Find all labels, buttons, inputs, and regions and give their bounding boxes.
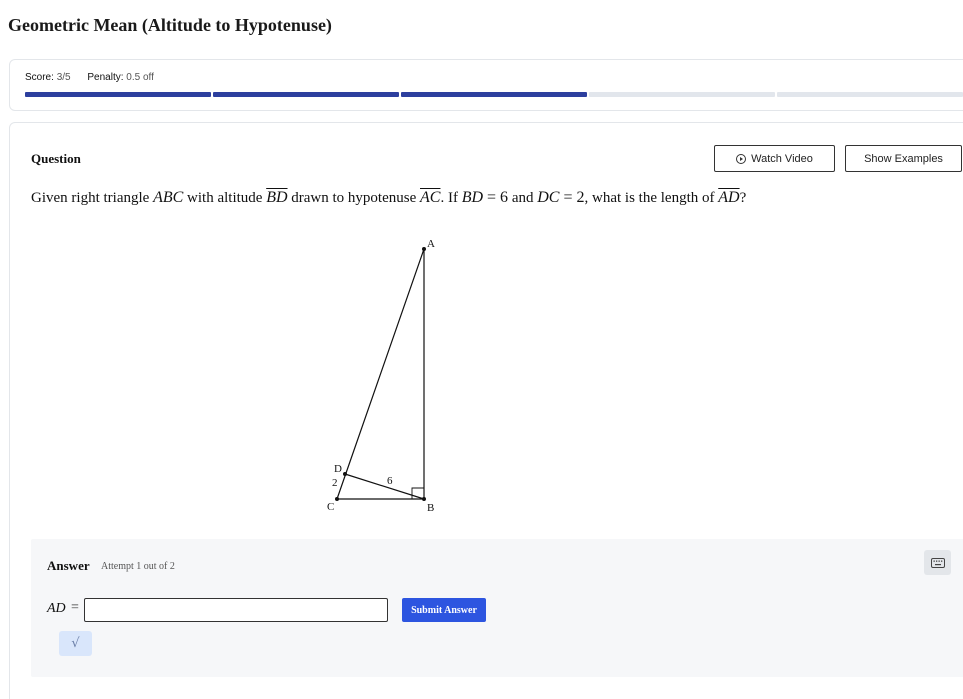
attempt-counter: Attempt 1 out of 2: [101, 561, 175, 572]
progress-bar: [25, 92, 963, 97]
progress-segment: [213, 92, 399, 97]
submit-answer-button[interactable]: Submit Answer: [402, 598, 486, 622]
point-c: [335, 497, 339, 501]
penalty-label: Penalty:: [87, 72, 124, 83]
label-c: C: [327, 501, 334, 513]
label-bd-length: 6: [387, 475, 393, 487]
question-card: Question Watch Video Show Examples Given…: [9, 122, 963, 699]
answer-variable: AD: [47, 601, 66, 616]
answer-label: Answer: [47, 558, 90, 573]
label-d: D: [334, 463, 342, 475]
label-b: B: [427, 502, 434, 514]
triangle-diagram: A B C D 6 2: [327, 238, 435, 514]
keyboard-button[interactable]: [924, 550, 951, 575]
progress-segment: [777, 92, 963, 97]
point-d: [343, 472, 347, 476]
sqrt-button[interactable]: √: [59, 631, 92, 656]
label-a: A: [427, 238, 435, 250]
progress-segment: [589, 92, 775, 97]
score-card: Score: 3/5 Penalty: 0.5 off: [9, 59, 963, 111]
score-label: Score:: [25, 72, 54, 83]
answer-panel: Answer Attempt 1 out of 2 AD = Submit An…: [31, 539, 963, 677]
answer-input[interactable]: [84, 598, 388, 622]
progress-segment: [401, 92, 587, 97]
segment-ca: [336, 248, 425, 500]
point-b: [422, 497, 426, 501]
label-dc-length: 2: [332, 477, 338, 489]
score-value: 3/5: [56, 72, 71, 83]
score-row: Score: 3/5 Penalty: 0.5 off: [25, 72, 154, 83]
penalty-value: 0.5 off: [126, 72, 154, 83]
keyboard-icon: [930, 557, 945, 568]
point-a: [422, 247, 426, 251]
answer-equals: =: [71, 600, 79, 615]
page-title: Geometric Mean (Altitude to Hypotenuse): [8, 15, 332, 35]
progress-segment: [25, 92, 211, 97]
